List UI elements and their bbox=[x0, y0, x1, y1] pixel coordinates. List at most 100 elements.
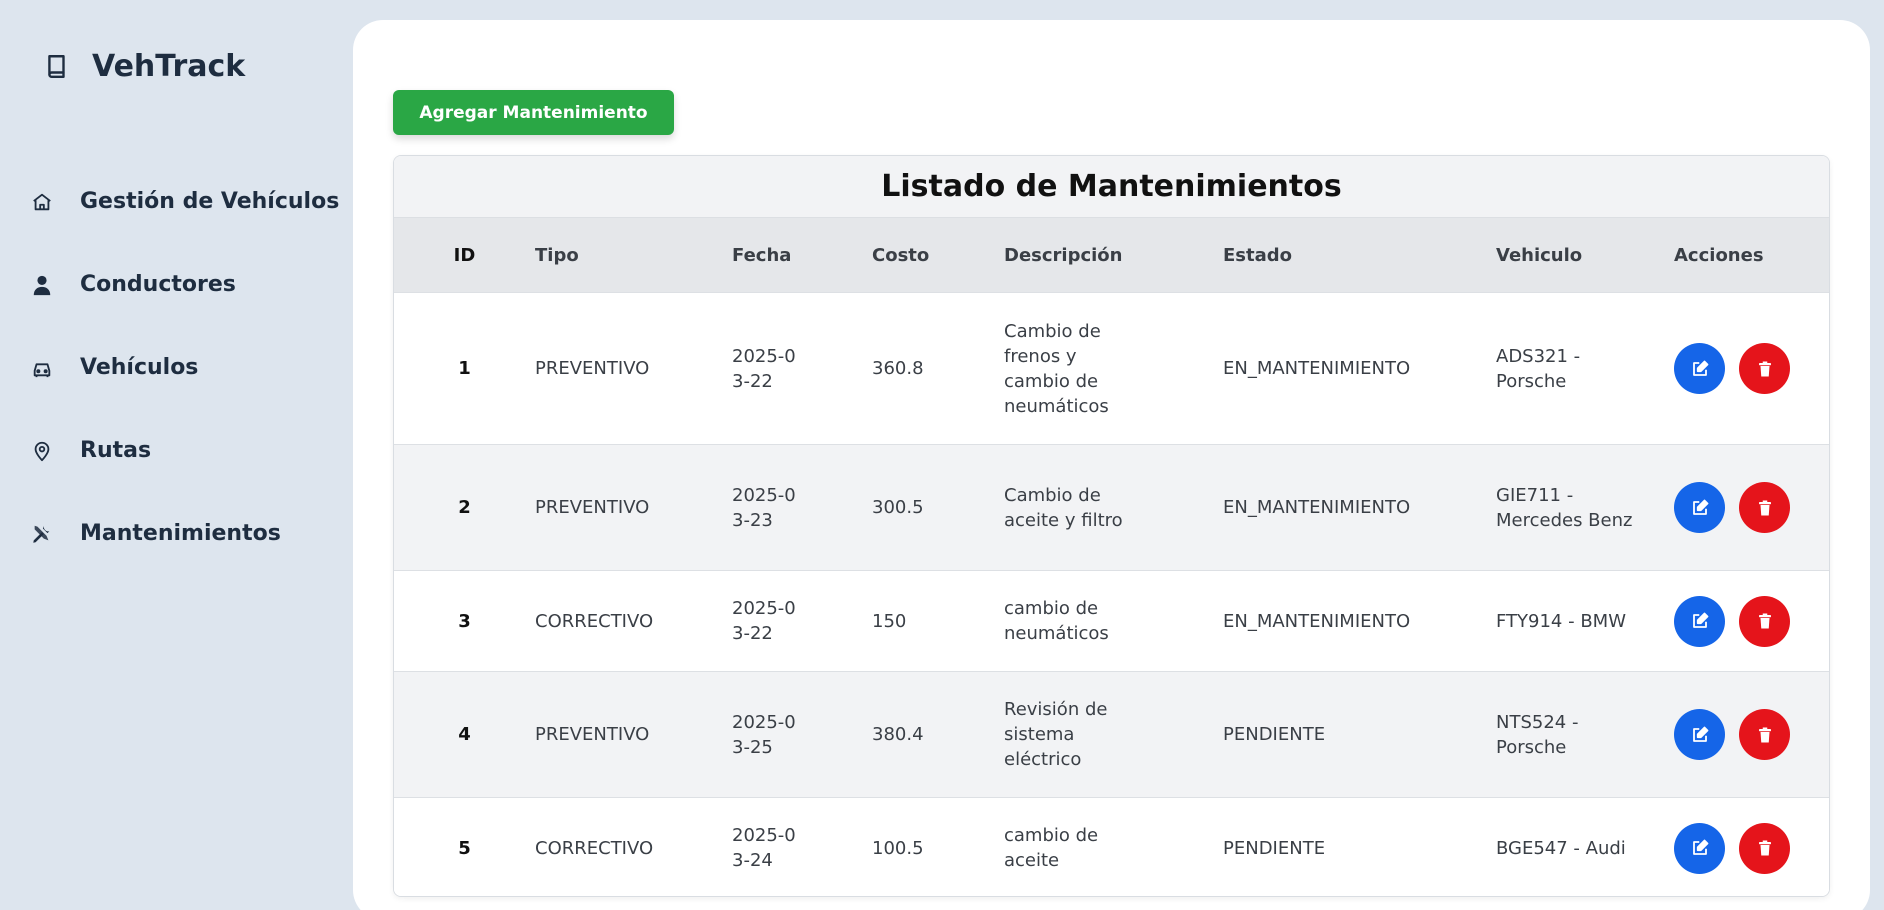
edit-icon bbox=[1692, 726, 1708, 742]
delete-button[interactable] bbox=[1739, 595, 1790, 647]
header-costo: Costo bbox=[872, 244, 930, 266]
cell-vehiculo: BGE547 - Audi bbox=[1496, 837, 1626, 859]
header-id: ID bbox=[453, 244, 476, 266]
cell-estado: PENDIENTE bbox=[1223, 724, 1326, 745]
cell-tipo: PREVENTIVO bbox=[535, 358, 650, 379]
cell-vehiculo: NTS524 - Porsche bbox=[1496, 711, 1579, 758]
cell-fecha-wrap: 2025-03-22 bbox=[732, 344, 872, 394]
row-actions bbox=[1674, 482, 1790, 533]
sidebar-item-label: Rutas bbox=[80, 438, 152, 463]
header-fecha: Fecha bbox=[732, 244, 792, 266]
cell-costo: 380.4 bbox=[872, 724, 924, 745]
header-descripcion: Descripción bbox=[1004, 244, 1123, 266]
delete-button[interactable] bbox=[1739, 822, 1790, 874]
cell-id: 2 bbox=[458, 497, 471, 518]
cell-fecha-wrap: 2025-03-23 bbox=[732, 483, 872, 533]
header-acciones: Acciones bbox=[1674, 244, 1764, 266]
cell-costo: 300.5 bbox=[872, 497, 924, 518]
cell-vehiculo: GIE711 - Mercedes Benz bbox=[1496, 484, 1633, 531]
main-content: Agregar Mantenimiento Listado de Manteni… bbox=[353, 20, 1870, 910]
sidebar-item-gestion-vehiculos[interactable]: Gestión de Vehículos bbox=[30, 160, 339, 243]
cell-descripcion: Revisión de sistema eléctrico bbox=[1004, 699, 1108, 770]
table-row: 4 PREVENTIVO 2025-03-25 380.4 Revisión d… bbox=[394, 671, 1829, 797]
cell-id: 3 bbox=[458, 610, 471, 632]
cell-fecha: 2025-03-22 bbox=[732, 345, 796, 392]
sidebar-item-label: Gestión de Vehículos bbox=[80, 189, 340, 214]
table-row: 2 PREVENTIVO 2025-03-23 300.5 Cambio de … bbox=[394, 444, 1829, 570]
cell-descripcion: cambio de aceite bbox=[1004, 825, 1099, 871]
edit-icon bbox=[1692, 839, 1708, 855]
cell-id: 4 bbox=[458, 724, 471, 745]
row-actions bbox=[1674, 822, 1790, 874]
trash-icon bbox=[1758, 727, 1771, 742]
table-row: 5 CORRECTIVO 2025-03-24 100.5 cambio de … bbox=[394, 797, 1829, 896]
cell-fecha: 2025-03-23 bbox=[732, 484, 796, 531]
cell-fecha-wrap: 2025-03-25 bbox=[732, 710, 872, 760]
sidebar-item-mantenimientos[interactable]: Mantenimientos bbox=[30, 492, 339, 575]
table-row: 1 PREVENTIVO 2025-03-22 360.8 Cambio de … bbox=[394, 292, 1829, 444]
car-icon bbox=[30, 357, 54, 379]
edit-button[interactable] bbox=[1674, 709, 1725, 760]
user-icon bbox=[30, 274, 54, 296]
tools-icon bbox=[30, 523, 54, 545]
table-row: 3 CORRECTIVO 2025-03-22 150 cambio de ne… bbox=[394, 570, 1829, 671]
trash-icon bbox=[1758, 361, 1771, 376]
table-header: ID Tipo Fecha Costo Descripción Estado V… bbox=[394, 218, 1829, 292]
edit-icon bbox=[1692, 360, 1708, 376]
add-maintenance-button[interactable]: Agregar Mantenimiento bbox=[393, 90, 674, 135]
delete-button[interactable] bbox=[1739, 343, 1790, 394]
cell-fecha: 2025-03-22 bbox=[732, 598, 796, 644]
cell-descripcion: cambio de neumáticos bbox=[1004, 598, 1109, 644]
edit-button[interactable] bbox=[1674, 482, 1725, 533]
cell-vehiculo: ADS321 - Porsche bbox=[1496, 345, 1581, 392]
sidebar-item-label: Conductores bbox=[80, 272, 236, 297]
edit-icon bbox=[1692, 612, 1708, 628]
edit-button[interactable] bbox=[1674, 822, 1725, 874]
cell-fecha: 2025-03-25 bbox=[732, 711, 796, 758]
edit-button[interactable] bbox=[1674, 343, 1725, 394]
book-icon bbox=[44, 53, 70, 79]
cell-fecha-wrap: 2025-03-24 bbox=[732, 823, 872, 873]
cell-fecha-wrap: 2025-03-22 bbox=[732, 596, 872, 646]
trash-icon bbox=[1758, 840, 1771, 856]
cell-estado: EN_MANTENIMIENTO bbox=[1223, 610, 1411, 632]
sidebar-item-label: Mantenimientos bbox=[80, 521, 281, 546]
trash-icon bbox=[1758, 500, 1771, 515]
edit-button[interactable] bbox=[1674, 595, 1725, 647]
row-actions bbox=[1674, 343, 1790, 394]
sidebar-item-rutas[interactable]: Rutas bbox=[30, 409, 339, 492]
sidebar-item-vehiculos[interactable]: Vehículos bbox=[30, 326, 339, 409]
cell-costo: 150 bbox=[872, 610, 907, 632]
edit-icon bbox=[1692, 499, 1708, 515]
brand[interactable]: VehTrack bbox=[44, 44, 245, 88]
cell-costo: 100.5 bbox=[872, 837, 924, 859]
delete-button[interactable] bbox=[1739, 709, 1790, 760]
cell-vehiculo: FTY914 - BMW bbox=[1496, 610, 1626, 632]
table-title: Listado de Mantenimientos bbox=[394, 156, 1829, 218]
sidebar-item-conductores[interactable]: Conductores bbox=[30, 243, 339, 326]
cell-tipo: PREVENTIVO bbox=[535, 724, 650, 745]
trash-icon bbox=[1758, 613, 1771, 629]
sidebar-nav: Gestión de Vehículos Conductores Vehícul… bbox=[30, 160, 339, 575]
delete-button[interactable] bbox=[1739, 482, 1790, 533]
header-vehiculo: Vehiculo bbox=[1496, 244, 1583, 266]
home-icon bbox=[30, 191, 54, 213]
cell-tipo: CORRECTIVO bbox=[535, 610, 654, 632]
header-estado: Estado bbox=[1223, 244, 1293, 266]
cell-id: 5 bbox=[458, 837, 471, 859]
cell-costo: 360.8 bbox=[872, 358, 924, 379]
cell-descripcion: Cambio de aceite y filtro bbox=[1004, 484, 1123, 531]
map-pin-icon bbox=[30, 440, 54, 462]
sidebar-item-label: Vehículos bbox=[80, 355, 199, 380]
cell-tipo: PREVENTIVO bbox=[535, 497, 650, 518]
cell-estado: PENDIENTE bbox=[1223, 837, 1326, 859]
row-actions bbox=[1674, 709, 1790, 760]
cell-estado: EN_MANTENIMIENTO bbox=[1223, 358, 1411, 379]
sidebar: VehTrack Gestión de Vehículos Conductore… bbox=[0, 0, 352, 910]
maintenance-table: Listado de Mantenimientos ID Tipo Fecha … bbox=[393, 155, 1830, 897]
header-tipo: Tipo bbox=[535, 244, 579, 266]
cell-descripcion: Cambio de frenos y cambio de neumáticos bbox=[1004, 320, 1109, 417]
cell-fecha: 2025-03-24 bbox=[732, 825, 796, 871]
row-actions bbox=[1674, 595, 1790, 647]
brand-title: VehTrack bbox=[92, 48, 246, 84]
